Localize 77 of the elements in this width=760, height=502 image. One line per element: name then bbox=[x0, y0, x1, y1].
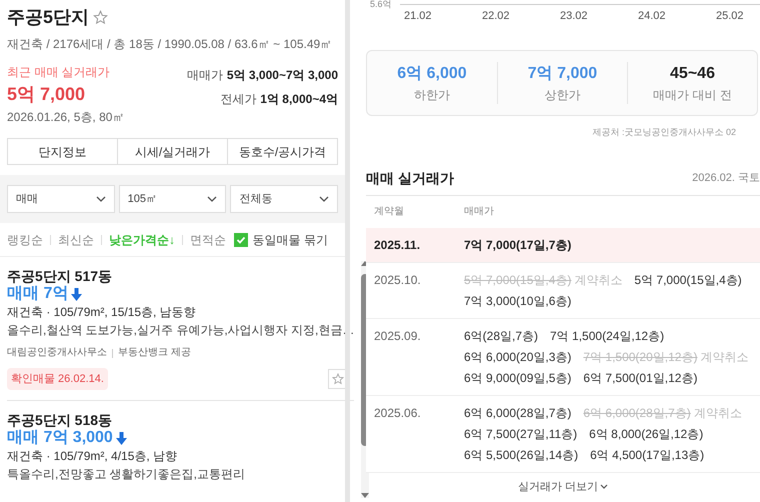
trade-price: 6억(28일,7층) bbox=[464, 328, 538, 344]
contract-month: 2025.10. bbox=[373, 272, 422, 288]
trade-price: 5억 7,000(15일,4층) bbox=[634, 272, 742, 288]
estimate-value: 6억 6,000 bbox=[397, 64, 467, 84]
estimate-value: 45~46 bbox=[670, 64, 715, 84]
chevron-icon bbox=[600, 484, 608, 490]
dropdown[interactable]: 매매 bbox=[7, 185, 115, 213]
section-title: 매매 실거래가 bbox=[366, 168, 454, 188]
down-arrow-icon bbox=[71, 288, 82, 300]
estimate-label: 하한가 bbox=[414, 87, 450, 104]
down-arrow-icon bbox=[116, 432, 127, 444]
axis-label: 22.02 bbox=[482, 9, 510, 24]
listing-description: 특올수리,전망좋고 생활하기좋은집,교통편리 bbox=[7, 466, 246, 483]
recent-price: 5억 7,000 bbox=[7, 83, 86, 106]
trade-price: 6억 8,000(26일,12층) bbox=[589, 426, 704, 442]
star-icon[interactable] bbox=[93, 10, 108, 25]
axis-label: 5.6억 bbox=[370, 0, 392, 9]
chevron-icon bbox=[207, 196, 218, 202]
agent-name: 대림공인중개사사무소 bbox=[7, 346, 107, 360]
verified-badge: 확인매물 26.02.14. bbox=[7, 368, 108, 390]
trade-price: 6억 6,000(28일,7층) bbox=[583, 404, 691, 422]
contract-month: 2025.09. bbox=[373, 328, 422, 344]
trade-price: 6억 7,500(01일,12층) bbox=[583, 370, 698, 386]
sort-option[interactable]: 최신순 bbox=[58, 230, 94, 248]
group-same-label[interactable]: 동일매물 묶기 bbox=[252, 230, 328, 248]
axis-label: 21.02 bbox=[404, 9, 432, 24]
listing-details: 재건축 · 105/79m², 4/15층, 남향 bbox=[7, 448, 178, 465]
complex-summary: 재건축 / 2176세대 / 총 18동 / 1990.05.08 / 63.6㎡ ~ 105.49㎡ bbox=[7, 36, 334, 53]
trade-price: 7억 1,500(20일,12층) bbox=[583, 348, 698, 366]
trade-price: 5억 7,000(15일,4층) bbox=[464, 272, 572, 288]
checkbox[interactable] bbox=[234, 232, 248, 246]
estimate-label: 매매가 대비 전 bbox=[653, 87, 732, 104]
trade-price: 6억 4,500(17일,13층) bbox=[590, 446, 704, 464]
trade-price: 7억 3,000(10일,6층) bbox=[464, 292, 572, 310]
more-link[interactable]: 실거래가 더보기 bbox=[518, 478, 608, 495]
star-icon bbox=[332, 373, 344, 385]
trade-price: 6억 6,000(20일,3층) bbox=[464, 348, 572, 366]
column-header: 계약월 bbox=[373, 205, 405, 219]
recent-price-detail: 2026.01.26, 5층, 80㎡ bbox=[7, 109, 124, 126]
price-range: 1억 8,000~4억 bbox=[260, 91, 338, 108]
axis-label: 24.02 bbox=[638, 9, 666, 24]
listing-description: 올수리,철산역 도보가능,실거주 유예가능,사업시행자 지정,현금… bbox=[7, 322, 354, 339]
complex-name: 주공5단지 bbox=[7, 6, 90, 29]
axis-label: 23.02 bbox=[560, 9, 588, 24]
listing-title[interactable]: 주공5단지 518동 bbox=[7, 411, 354, 429]
dropdown[interactable]: 전체동 bbox=[230, 185, 338, 213]
dropdown[interactable]: 105㎡ bbox=[118, 185, 226, 213]
trade-date: 2026.02. 국토 bbox=[692, 170, 760, 186]
axis-label: 25.02 bbox=[716, 9, 744, 24]
listing-price: 매매 7억 3,000 bbox=[7, 429, 113, 447]
column-header: 매매가 bbox=[464, 205, 494, 219]
price-label: 매매가 bbox=[186, 67, 223, 84]
listing-details: 재건축 · 105/79m², 15/15층, 남동향 bbox=[7, 304, 197, 321]
trade-price: 7억 7,000(17일,7층) bbox=[464, 236, 572, 254]
estimate-value: 7억 7,000 bbox=[528, 64, 598, 84]
trade-price: 6억 9,000(09일,5층) bbox=[464, 370, 572, 386]
price-label: 전세가 bbox=[220, 91, 256, 108]
trade-price: 6억 7,500(27일,11층) bbox=[464, 426, 578, 442]
cancel-note: 계약취소 bbox=[700, 348, 748, 366]
recent-price-label: 최근 매매 실거래가 bbox=[7, 64, 111, 81]
contract-month: 2025.11. bbox=[373, 236, 422, 254]
chevron-icon bbox=[319, 196, 330, 202]
sort-option[interactable]: 랭킹순 bbox=[7, 230, 43, 248]
trade-price: 7억 1,500(24일,12층) bbox=[550, 328, 664, 344]
trade-price: 6억 6,000(28일,7층) bbox=[464, 404, 572, 422]
chevron-icon bbox=[96, 196, 106, 202]
listing-price: 매매 7억 bbox=[7, 285, 68, 303]
cancel-note: 계약취소 bbox=[574, 272, 622, 288]
provider-text: 제공처 :굿모닝공인중개사사무소 02 bbox=[592, 126, 736, 139]
cancel-note: 계약취소 bbox=[694, 404, 742, 422]
listing-title[interactable]: 주공5단지 517동 bbox=[7, 267, 354, 285]
price-range: 5억 3,000~7억 3,000 bbox=[226, 67, 338, 84]
data-source: 부동산뱅크 제공 bbox=[118, 346, 191, 360]
contract-month: 2025.06. bbox=[373, 404, 422, 422]
sort-option[interactable]: 면적순 bbox=[190, 230, 226, 248]
trade-price: 6억 5,500(26일,14층) bbox=[464, 446, 578, 464]
estimate-label: 상한가 bbox=[544, 87, 580, 104]
